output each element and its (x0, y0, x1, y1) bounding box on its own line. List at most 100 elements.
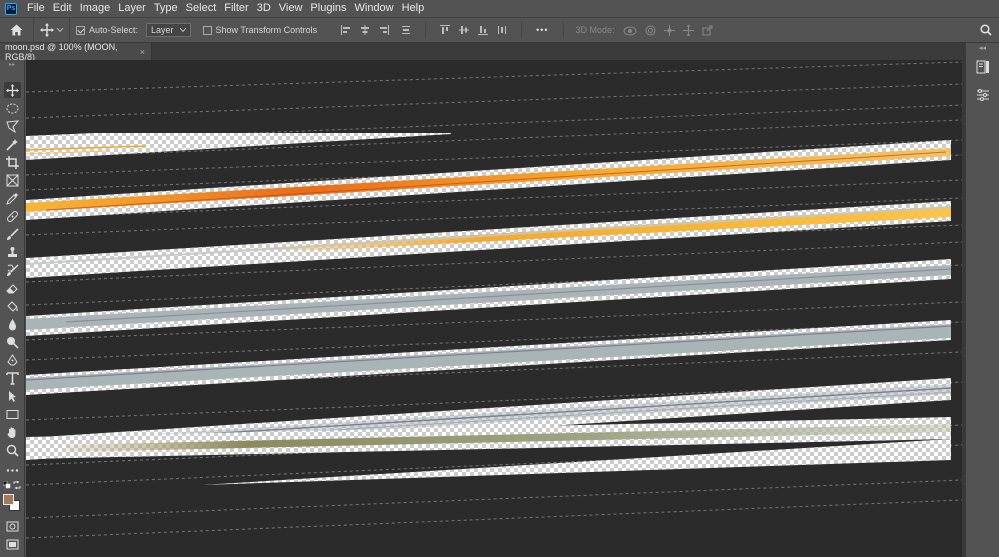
crop-tool[interactable] (4, 154, 21, 170)
canvas-artwork (26, 61, 962, 539)
auto-select-target-dropdown[interactable]: Layer (146, 23, 191, 37)
document-canvas[interactable] (26, 60, 962, 557)
menu-view[interactable]: View (275, 0, 307, 17)
close-icon[interactable]: × (140, 47, 145, 57)
healing-brush-tool[interactable] (4, 208, 21, 224)
document-tab-title: moon.psd @ 100% (MOON, RGB/8) (5, 41, 118, 62)
history-brush-tool[interactable] (4, 262, 21, 278)
polygonal-lasso-icon (6, 119, 19, 133)
menu-layer[interactable]: Layer (114, 0, 150, 17)
menu-3d[interactable]: 3D (253, 0, 275, 17)
orbit-3d-icon[interactable] (623, 25, 637, 36)
strip-5 (26, 320, 952, 395)
document-tab[interactable]: moon.psd @ 100% (MOON, RGB/8) × (0, 41, 152, 62)
quick-mask-button[interactable] (4, 518, 21, 534)
pen-tool[interactable] (4, 352, 21, 368)
show-transform-group: Show Transform Controls (197, 25, 324, 35)
paint-bucket-tool[interactable] (4, 298, 21, 314)
rectangle-tool[interactable] (4, 406, 21, 422)
slide-3d-icon[interactable] (682, 24, 694, 36)
dodge-icon (7, 336, 19, 349)
separator (425, 22, 427, 38)
frame-icon (6, 174, 19, 186)
align-right-edges-icon[interactable] (379, 25, 390, 35)
align-horizontal-centers-icon[interactable] (360, 25, 370, 35)
magic-wand-tool[interactable] (4, 136, 21, 152)
strip-4 (26, 259, 952, 336)
screen-mode-button[interactable] (4, 536, 21, 552)
marquee-tool[interactable] (4, 100, 21, 116)
auto-select-checkbox[interactable] (76, 25, 85, 35)
tool-preset-picker[interactable] (34, 17, 70, 43)
show-transform-checkbox[interactable] (202, 25, 212, 35)
default-colors-icon[interactable] (3, 481, 11, 489)
paint-bucket-icon (7, 300, 18, 312)
menu-filter[interactable]: Filter (220, 0, 252, 17)
panel-expand-icon[interactable]: ◂◂ (966, 43, 999, 53)
swap-colors-icon[interactable] (13, 481, 21, 489)
move-tool[interactable] (4, 82, 21, 98)
type-tool[interactable] (4, 370, 21, 386)
foreground-color-swatch[interactable] (3, 494, 14, 505)
menu-select[interactable]: Select (182, 0, 221, 17)
align-vertical-centers-icon[interactable] (459, 25, 470, 35)
separator (562, 22, 564, 38)
hand-tool[interactable] (4, 424, 21, 440)
arrow-icon (9, 390, 16, 402)
frame-tool[interactable] (4, 172, 21, 188)
home-button[interactable] (0, 17, 34, 43)
distribute-vertical-icon[interactable] (497, 25, 507, 35)
stamp-icon (8, 246, 17, 257)
libraries-icon (976, 60, 989, 74)
more-options-button[interactable]: ••• (528, 25, 556, 35)
move-icon (6, 83, 19, 97)
pen-icon (7, 353, 18, 365)
search-button[interactable] (977, 21, 995, 39)
eraser-tool[interactable] (4, 280, 21, 296)
edit-toolbar[interactable] (4, 462, 21, 478)
3d-mode-label: 3D Mode: (575, 25, 615, 35)
dodge-tool[interactable] (4, 334, 21, 350)
zoom-icon (6, 444, 19, 457)
eraser-icon (6, 283, 18, 293)
tools-panel: ▸▸ (0, 60, 25, 557)
drag-3d-icon[interactable] (663, 24, 675, 36)
menu-file[interactable]: File (23, 0, 49, 17)
scale-3d-icon[interactable] (702, 25, 713, 36)
blur-tool[interactable] (4, 316, 21, 332)
menu-plugins[interactable]: Plugins (306, 0, 350, 17)
type-icon (6, 371, 19, 385)
align-top-edges-icon[interactable] (440, 25, 451, 35)
water-drop-icon (9, 318, 16, 330)
home-icon (10, 24, 23, 36)
search-icon (980, 24, 992, 36)
menu-help[interactable]: Help (398, 0, 429, 17)
lasso-tool[interactable] (4, 118, 21, 134)
menu-window[interactable]: Window (351, 0, 398, 17)
menu-bar: Ps File Edit Image Layer Type Select Fil… (0, 0, 999, 17)
brush-tool[interactable] (4, 226, 21, 242)
zoom-tool[interactable] (4, 442, 21, 458)
menu-image[interactable]: Image (76, 0, 115, 17)
hand-icon (7, 426, 16, 438)
auto-select-group: Auto-Select: Layer (70, 23, 197, 37)
distribute-icon[interactable] (401, 25, 411, 35)
align-left-edges-icon[interactable] (341, 25, 351, 35)
menu-edit[interactable]: Edit (49, 0, 76, 17)
eyedropper-tool[interactable] (4, 190, 21, 206)
libraries-button[interactable] (966, 53, 999, 81)
strip-1 (26, 133, 451, 160)
options-bar: Auto-Select: Layer Show Transform Contro… (0, 17, 999, 43)
adjustments-icon (977, 89, 989, 101)
document-tab-bar: moon.psd @ 100% (MOON, RGB/8) × (0, 41, 962, 62)
menu-type[interactable]: Type (150, 0, 182, 17)
clone-stamp-tool[interactable] (4, 244, 21, 260)
align-bottom-edges-icon[interactable] (478, 25, 489, 35)
panel-collapse-icon[interactable]: ▸▸ (0, 60, 24, 68)
move-icon (40, 23, 54, 37)
elliptical-marquee-icon (6, 103, 19, 113)
adjustments-button[interactable] (966, 81, 999, 109)
path-selection-tool[interactable] (4, 388, 21, 404)
auto-select-label: Auto-Select: (89, 25, 139, 35)
roll-3d-icon[interactable] (645, 25, 656, 36)
